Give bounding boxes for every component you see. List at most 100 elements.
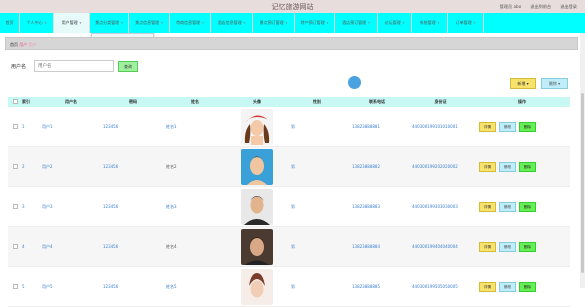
row-checkbox-cell: [8, 163, 22, 170]
batch-delete-button[interactable]: 删除 ▾: [541, 78, 568, 89]
row-phone: 13823888884: [352, 244, 380, 249]
nav-item-label: 景点预订管理: [259, 20, 284, 25]
search-input[interactable]: [34, 60, 114, 72]
add-label: 新增: [517, 81, 526, 86]
header-photo: 头像: [253, 99, 261, 104]
nav-item-label: 个人中心: [26, 20, 43, 25]
row-actions: 详情 修改 删除: [474, 121, 570, 132]
row-username: 用户5: [42, 283, 53, 289]
avatar: [241, 228, 273, 265]
nav-item-6[interactable]: 酒店信息管理 ▾: [211, 13, 253, 33]
edit-button[interactable]: 修改: [499, 121, 516, 132]
detail-button[interactable]: 详情: [479, 121, 496, 132]
breadcrumb-current: 用户: [28, 42, 37, 47]
search-button[interactable]: 查询: [118, 61, 138, 72]
user-table: 索引 用户名 密码 姓名 头像 性别 联系电话 身份证 操作 1 用户1 12345…: [8, 97, 570, 307]
nav-item-4[interactable]: 景点信息管理 ▾: [129, 13, 170, 33]
nav-item-label: 景点信息管理: [135, 20, 160, 25]
row-checkbox-cell: [8, 203, 22, 210]
row-actions: 详情 修改 删除: [474, 281, 570, 292]
chevron-down-icon: ▾: [326, 21, 329, 25]
scrollbar[interactable]: [580, 33, 585, 288]
detail-button[interactable]: 详情: [479, 241, 496, 252]
row-photo-cell: [227, 148, 287, 185]
table-body: 1 用户1 123456 姓名1 男 13823888881 440300199101010…: [8, 107, 570, 307]
row-fullname: 姓名3: [166, 203, 177, 209]
chevron-down-icon: ▾: [526, 81, 529, 86]
breadcrumb-home[interactable]: 首页: [10, 42, 18, 47]
table-row: 1 用户1 123456 姓名1 男 13823888881 440300199101010…: [8, 107, 570, 147]
row-username: 用户4: [42, 243, 53, 249]
nav-item-8[interactable]: 特产预订管理 ▾: [295, 13, 335, 33]
row-fullname: 姓名5: [166, 283, 177, 289]
row-password: 123456: [103, 244, 119, 249]
chevron-down-icon: ▾: [161, 21, 163, 25]
chevron-down-icon: ▾: [285, 21, 288, 25]
add-button[interactable]: 新增 ▾: [510, 78, 536, 89]
delete-button[interactable]: 删除: [519, 161, 536, 172]
nav-item-5[interactable]: 特商信息管理 ▾: [170, 13, 211, 33]
nav-item-12[interactable]: 订单管理 ▾: [448, 13, 484, 33]
row-checkbox[interactable]: [12, 163, 18, 169]
row-gender: 男: [291, 203, 295, 209]
nav-item-label: 景点分类管理: [95, 20, 120, 25]
nav-item-label: 酒店信息管理: [217, 20, 242, 25]
edit-button[interactable]: 修改: [499, 161, 516, 172]
nav-item-1[interactable]: 个人中心 ▾: [20, 13, 54, 33]
chevron-down-icon: ▾: [437, 21, 440, 25]
table-row: 5 用户5 123456 姓名5 男 13823888885 440300199505050…: [8, 267, 570, 307]
delete-button[interactable]: 删除: [519, 281, 536, 292]
row-idcard: 440300199404040004: [412, 244, 458, 249]
row-gender: 男: [291, 163, 295, 169]
delete-button[interactable]: 删除: [519, 241, 536, 252]
table-header: 索引 用户名 密码 姓名 头像 性别 联系电话 身份证 操作: [8, 97, 570, 107]
row-idcard: 440300199101010001: [412, 124, 458, 129]
nav-item-2[interactable]: 用户管理 ▾: [54, 13, 90, 33]
exit-to-front-link[interactable]: 退出到前台: [530, 4, 551, 10]
avatar: [241, 268, 273, 305]
scroll-thumb[interactable]: [581, 93, 584, 273]
detail-button[interactable]: 详情: [479, 201, 496, 212]
batch-delete-label: 删除: [548, 81, 557, 86]
delete-button[interactable]: 删除: [519, 121, 536, 132]
top-right-links: 管理员 abo 退出到前台 退出登录: [500, 4, 577, 10]
nav-item-7[interactable]: 景点预订管理 ▾: [253, 13, 295, 33]
avatar: [241, 188, 273, 225]
edit-button[interactable]: 修改: [499, 241, 516, 252]
header-phone: 联系电话: [369, 99, 385, 104]
row-checkbox[interactable]: [12, 203, 18, 209]
main-nav: 首页 个人中心 ▾ 用户管理 ▾ 景点分类管理 ▾ 景点信息管理 ▾ 特商信息管理 ▾ 酒店信息管理 ▾…: [0, 13, 585, 33]
header-index: 索引: [22, 99, 30, 104]
row-username: 用户3: [42, 203, 53, 209]
delete-button[interactable]: 删除: [519, 201, 536, 212]
row-checkbox-cell: [8, 283, 22, 290]
breadcrumb: 首页 用户 用户: [10, 42, 37, 48]
nav-item-label: 特商信息管理: [176, 20, 201, 25]
detail-button[interactable]: 详情: [479, 161, 496, 172]
nav-item-0[interactable]: 首页: [0, 13, 20, 33]
floating-circle[interactable]: [348, 76, 361, 89]
logout-link[interactable]: 退出登录: [560, 4, 577, 10]
row-index: 2: [22, 164, 25, 169]
avatar: [241, 148, 273, 185]
row-password: 123456: [103, 284, 119, 289]
nav-item-label: 首页: [5, 20, 14, 25]
row-gender: 男: [291, 243, 295, 249]
nav-item-10[interactable]: 论坛管理 ▾: [378, 13, 412, 33]
chevron-down-icon: ▾: [202, 21, 204, 25]
edit-button[interactable]: 修改: [499, 201, 516, 212]
chevron-down-icon: ▾: [121, 21, 123, 25]
row-fullname: 姓名2: [166, 163, 177, 169]
row-index: 1: [22, 124, 25, 129]
nav-item-3[interactable]: 景点分类管理 ▾: [90, 13, 129, 33]
breadcrumb-sep: 用户: [19, 42, 28, 47]
select-all-checkbox[interactable]: [12, 99, 18, 104]
edit-button[interactable]: 修改: [499, 281, 516, 292]
nav-item-11[interactable]: 系统管理 ▾: [412, 13, 448, 33]
row-checkbox[interactable]: [12, 243, 18, 249]
row-checkbox[interactable]: [12, 123, 18, 129]
nav-item-9[interactable]: 酒店预订管理 ▾: [335, 13, 378, 33]
detail-button[interactable]: 详情: [479, 281, 496, 292]
row-idcard: 440300199303030003: [412, 204, 458, 209]
table-row: 4 用户4 123456 姓名4 男 13823888884 440300199404040…: [8, 227, 570, 267]
